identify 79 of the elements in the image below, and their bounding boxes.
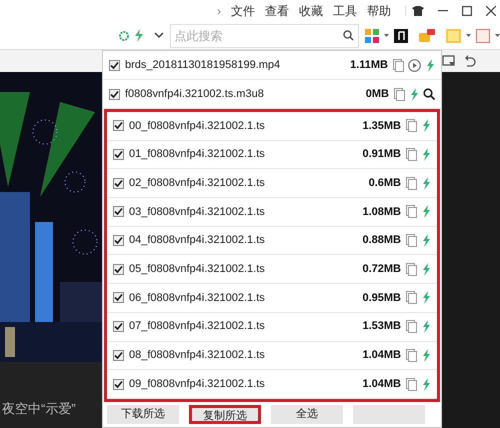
close-icon[interactable]	[486, 6, 496, 16]
file-name: brds_20181130181958199.mp4	[125, 58, 282, 73]
lightning-icon[interactable]	[134, 29, 144, 42]
screenshot-icon[interactable]	[442, 55, 456, 67]
file-name: 08_f0808vnfp4i.321002.1.ts	[129, 348, 266, 364]
file-size: 1.35MB	[362, 118, 401, 134]
file-name: 03_f0808vnfp4i.321002.1.ts	[129, 204, 266, 220]
action-button[interactable]: 全选	[271, 404, 343, 424]
maximize-icon[interactable]	[462, 6, 472, 16]
undo-icon[interactable]	[464, 55, 476, 67]
chat-icon[interactable]	[419, 28, 435, 42]
search-field[interactable]: 点此搜索	[170, 24, 359, 48]
copy-icon[interactable]	[406, 234, 417, 248]
video-caption: 夜空中“示爱”	[2, 400, 76, 418]
checkbox[interactable]	[109, 88, 120, 100]
checkbox[interactable]	[113, 264, 124, 275]
file-name: 05_f0808vnfp4i.321002.1.ts	[129, 262, 266, 278]
file-size: 1.08MB	[362, 204, 401, 220]
copy-icon[interactable]	[406, 262, 417, 276]
file-name: 01_f0808vnfp4i.321002.1.ts	[129, 147, 266, 162]
copy-icon[interactable]	[406, 119, 417, 132]
checkbox[interactable]	[113, 378, 124, 390]
chevron-down-icon[interactable]	[154, 32, 164, 39]
image-icon[interactable]	[446, 28, 461, 42]
menu-item[interactable]: 文件	[231, 2, 255, 20]
file-name: f0808vnfp4i.321002.ts.m3u8	[125, 86, 265, 102]
file-size: 0.91MB	[362, 147, 401, 162]
gear-icon[interactable]	[118, 30, 130, 42]
search-icon[interactable]	[343, 30, 354, 41]
menu-item[interactable]: 帮助	[367, 2, 391, 20]
file-name: 06_f0808vnfp4i.321002.1.ts	[129, 290, 266, 306]
file-size: 1.11MB	[350, 58, 388, 73]
file-size: 0.88MB	[362, 233, 401, 248]
copy-icon[interactable]	[406, 176, 417, 190]
copy-icon[interactable]	[406, 348, 417, 362]
checkbox[interactable]	[113, 350, 124, 361]
music-icon[interactable]	[394, 28, 408, 42]
file-name: 04_f0808vnfp4i.321002.1.ts	[129, 233, 266, 248]
checkbox[interactable]	[113, 235, 124, 246]
checkbox[interactable]	[113, 120, 124, 132]
checkbox[interactable]	[113, 178, 124, 189]
copy-icon[interactable]	[393, 58, 404, 72]
chevron-button[interactable]: ›	[217, 2, 221, 20]
caret-icon[interactable]	[495, 34, 500, 37]
file-size: 0.6MB	[368, 176, 401, 191]
menu-item[interactable]: 收藏	[299, 2, 323, 20]
copy-icon[interactable]	[406, 378, 417, 391]
document-icon[interactable]	[476, 28, 490, 42]
checkbox[interactable]	[113, 149, 124, 160]
file-name: 02_f0808vnfp4i.321002.1.ts	[129, 176, 266, 191]
play-icon[interactable]	[408, 58, 421, 72]
file-size: 1.04MB	[362, 348, 401, 364]
menu-item[interactable]: 查看	[265, 2, 289, 20]
caret-icon[interactable]	[384, 34, 389, 37]
action-button[interactable]: 下载所选	[107, 404, 179, 424]
copy-icon[interactable]	[406, 205, 417, 218]
action-button[interactable]: 复制所选	[189, 404, 261, 424]
file-name: 07_f0808vnfp4i.321002.1.ts	[129, 319, 266, 334]
minimize-icon[interactable]	[438, 10, 448, 12]
checkbox[interactable]	[113, 321, 124, 332]
caret-icon[interactable]	[466, 34, 471, 37]
shirt-icon[interactable]	[412, 6, 424, 16]
copy-icon[interactable]	[406, 291, 417, 304]
file-name: 09_f0808vnfp4i.321002.1.ts	[129, 376, 266, 392]
copy-icon[interactable]	[406, 148, 417, 162]
file-name: 00_f0808vnfp4i.321002.1.ts	[129, 118, 266, 134]
file-size: 1.04MB	[362, 376, 401, 392]
checkbox[interactable]	[113, 292, 124, 304]
apps-icon[interactable]	[365, 28, 379, 42]
search-icon[interactable]	[423, 88, 435, 100]
file-size: 0MB	[366, 86, 389, 102]
file-size: 0.95MB	[362, 290, 401, 306]
checkbox[interactable]	[109, 60, 120, 70]
copy-icon[interactable]	[394, 88, 405, 100]
file-size: 1.53MB	[362, 319, 401, 334]
file-size: 0.72MB	[362, 262, 401, 278]
menu-item[interactable]: 工具	[333, 2, 357, 20]
copy-icon[interactable]	[406, 320, 417, 334]
checkbox[interactable]	[113, 206, 124, 218]
